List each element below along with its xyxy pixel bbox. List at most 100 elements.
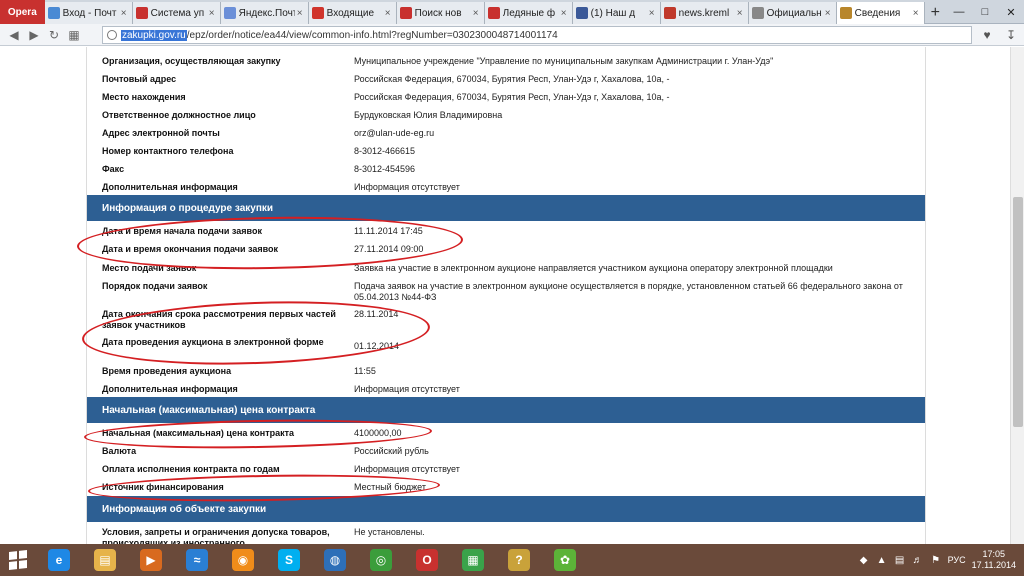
url-input[interactable]: zakupki.gov.ru /epz/order/notice/ea44/vi… — [102, 26, 972, 44]
row-value: 4100000,00 — [354, 428, 402, 438]
tab-favicon-icon — [751, 7, 764, 19]
taskbar-app[interactable]: ◉ — [220, 544, 266, 576]
scrollbar-thumb[interactable] — [1013, 197, 1023, 427]
taskbar-app[interactable]: ▤ — [82, 544, 128, 576]
opera-menu-label: Opera — [7, 6, 37, 18]
tab-favicon-icon — [487, 7, 500, 19]
row-value: Российский рубль — [354, 446, 429, 456]
notice-content: Организация, осуществляющая закупку Муниц… — [86, 47, 926, 544]
help-icon: ? — [508, 549, 530, 571]
tab-label: Яндекс.Почт — [238, 7, 295, 19]
section-header-price: Начальная (максимальная) цена контракта — [87, 397, 925, 423]
browser-tab[interactable]: Система уп × — [132, 2, 221, 24]
row-label: Место нахождения — [102, 92, 186, 102]
chrome-icon: ◎ — [370, 549, 392, 571]
row-value: Подача заявок на участие в электронном а… — [354, 281, 903, 302]
speed-dial-icon[interactable]: ▦ — [64, 25, 84, 45]
plus-icon: + — [930, 4, 940, 21]
row-value: 8-3012-454596 — [354, 164, 416, 174]
browser-tab[interactable]: Сведения × — [836, 2, 925, 24]
close-icon[interactable]: ✕ — [998, 0, 1024, 24]
tray-app-icon[interactable]: ◆ — [858, 554, 870, 566]
row-value: 01.12.2014 — [354, 341, 400, 351]
row-label: Почтовый адрес — [102, 74, 177, 84]
reload-icon[interactable]: ↻ — [44, 25, 64, 45]
taskbar-app[interactable]: ≈ — [174, 544, 220, 576]
row-label: Факс — [102, 164, 125, 174]
tab-label: Входящие — [326, 7, 375, 19]
row-value: Не установлены. — [354, 527, 425, 537]
tab-close-icon[interactable]: × — [295, 8, 305, 19]
browser-tab[interactable]: Официальн × — [748, 2, 837, 24]
system-tray: ◆ ▲ ▤ ♬ ⚑ РУС 17:05 17.11.2014 — [858, 544, 1024, 576]
taskbar-app[interactable]: ▦ — [450, 544, 496, 576]
tab-label: Ледяные ф — [502, 7, 556, 19]
row-value: Российская Федерация, 670034, Бурятия Ре… — [354, 74, 670, 84]
clock[interactable]: 17:05 17.11.2014 — [972, 549, 1016, 571]
row-label: Условия, запреты и ограничения допуска т… — [102, 527, 330, 544]
row-value: Информация отсутствует — [354, 182, 460, 192]
tray-network-icon[interactable]: ▤ — [894, 554, 906, 566]
browser-tab[interactable]: Поиск нов × — [396, 2, 485, 24]
opera-menu-button[interactable]: Opera — [0, 0, 45, 24]
taskbar-app[interactable]: S — [266, 544, 312, 576]
taskbar-app[interactable]: ◍ — [312, 544, 358, 576]
address-bar: ◀ ▶ ↻ ▦ zakupki.gov.ru /epz/order/notice… — [0, 24, 1024, 46]
row-value: 11:55 — [354, 366, 376, 376]
taskbar-app[interactable]: ▶ — [128, 544, 174, 576]
taskbar-app[interactable]: O — [404, 544, 450, 576]
taskbar-app[interactable]: ? — [496, 544, 542, 576]
tab-label: news.kreml — [678, 7, 730, 19]
row-value: Заявка на участие в электронном аукционе… — [354, 263, 833, 273]
tab-label: Вход - Почт — [62, 7, 117, 19]
taskbar-app[interactable]: ✿ — [542, 544, 588, 576]
url-path: /epz/order/notice/ea44/view/common-info.… — [186, 29, 558, 41]
row-label: Номер контактного телефона — [102, 146, 234, 156]
row-value: orz@ulan-ude-eg.ru — [354, 128, 435, 138]
taskbar-app[interactable]: e — [36, 544, 82, 576]
tab-close-icon[interactable]: × — [383, 8, 393, 19]
tray-flag-icon[interactable]: ⚑ — [930, 554, 942, 566]
media-icon: ▶ — [140, 549, 162, 571]
windows-logo-icon — [9, 550, 27, 570]
scrollbar[interactable] — [1010, 47, 1024, 544]
download-icon[interactable]: ↧ — [1002, 26, 1020, 44]
tab-favicon-icon — [575, 7, 588, 19]
browser-tab[interactable]: Яндекс.Почт × — [220, 2, 309, 24]
tab-favicon-icon — [47, 7, 60, 19]
row-label: Дата окончания срока рассмотрения первых… — [102, 309, 336, 330]
tab-favicon-icon — [223, 7, 236, 19]
browser-tab[interactable]: Входящие × — [308, 2, 397, 24]
tab-close-icon[interactable]: × — [823, 8, 833, 19]
start-button[interactable] — [0, 544, 36, 576]
browser-tab[interactable]: Ледяные ф × — [484, 2, 573, 24]
stash-heart-icon[interactable]: ♥ — [978, 26, 996, 44]
tab-close-icon[interactable]: × — [735, 8, 745, 19]
minimize-icon[interactable]: — — [946, 0, 972, 24]
globe-icon: ◍ — [324, 549, 346, 571]
clock-date: 17.11.2014 — [971, 560, 1016, 570]
tab-close-icon[interactable]: × — [471, 8, 481, 19]
url-host: zakupki.gov.ru — [121, 29, 187, 41]
tab-close-icon[interactable]: × — [559, 8, 569, 19]
browser-tab[interactable]: (1) Наш д × — [572, 2, 661, 24]
row-label: Дата и время начала подачи заявок — [102, 226, 262, 236]
rss-icon: ◉ — [232, 549, 254, 571]
new-tab-button[interactable]: + — [925, 2, 946, 24]
tab-close-icon[interactable]: × — [911, 8, 921, 19]
maximize-icon[interactable]: □ — [972, 0, 998, 24]
tab-close-icon[interactable]: × — [207, 8, 217, 19]
language-indicator[interactable]: РУС — [948, 555, 966, 565]
browser-tab[interactable]: Вход - Почт × — [44, 2, 133, 24]
row-label: Валюта — [102, 446, 137, 456]
row-value: 27.11.2014 09:00 — [354, 244, 424, 254]
browser-tab[interactable]: news.kreml × — [660, 2, 749, 24]
taskbar-app[interactable]: ◎ — [358, 544, 404, 576]
back-icon[interactable]: ◀ — [4, 25, 24, 45]
tray-volume-icon[interactable]: ♬ — [912, 554, 924, 566]
tab-close-icon[interactable]: × — [647, 8, 657, 19]
row-value: 8-3012-466615 — [354, 146, 416, 156]
tab-close-icon[interactable]: × — [119, 8, 129, 19]
tray-shield-icon[interactable]: ▲ — [876, 554, 888, 566]
forward-icon[interactable]: ▶ — [24, 25, 44, 45]
